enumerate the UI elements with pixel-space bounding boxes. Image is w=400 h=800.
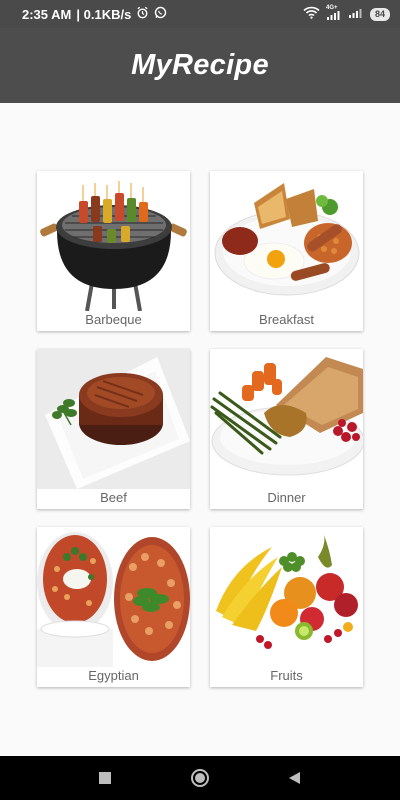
recent-apps-icon[interactable]: [90, 763, 120, 793]
category-label: Barbeque: [85, 312, 142, 327]
category-label: Dinner: [267, 490, 306, 505]
signal-icon: [348, 6, 364, 22]
category-card-egyptian[interactable]: Egyptian: [37, 527, 190, 687]
beef-steak-image: [37, 349, 190, 489]
category-label: Breakfast: [259, 312, 314, 327]
status-time: 2:35 AM: [22, 6, 72, 22]
category-card-beef[interactable]: Beef: [37, 349, 190, 509]
alarm-icon: [136, 6, 149, 22]
category-card-breakfast[interactable]: Breakfast: [210, 171, 363, 331]
category-label: Egyptian: [88, 668, 139, 683]
egyptian-soup-image: [37, 527, 190, 667]
app-title: MyRecipe: [131, 49, 269, 81]
signal-icon-4g: 4G+: [326, 5, 342, 21]
app-bar: MyRecipe: [0, 28, 400, 103]
navigation-bar: [0, 756, 400, 800]
barbeque-grill-image: [37, 171, 190, 311]
dinner-plate-image: [210, 349, 363, 489]
status-speed: | 0.1KB/s: [76, 6, 132, 22]
breakfast-plate-image: [210, 171, 363, 311]
whatsapp-icon: [154, 6, 167, 22]
category-card-fruits[interactable]: Fruits: [210, 527, 363, 687]
category-grid: Barbeque Breakfast Beef Dinner Egyptian …: [0, 103, 400, 756]
category-label: Fruits: [270, 668, 303, 683]
category-card-barbeque[interactable]: Barbeque: [37, 171, 190, 331]
wifi-icon: [303, 6, 320, 22]
back-icon[interactable]: [280, 763, 310, 793]
fruits-image: [210, 527, 363, 667]
category-card-dinner[interactable]: Dinner: [210, 349, 363, 509]
category-label: Beef: [100, 490, 127, 505]
battery-indicator: 84: [369, 7, 390, 21]
status-bar: 2:35 AM | 0.1KB/s 4G+ 84: [0, 0, 400, 28]
home-icon[interactable]: [185, 763, 215, 793]
